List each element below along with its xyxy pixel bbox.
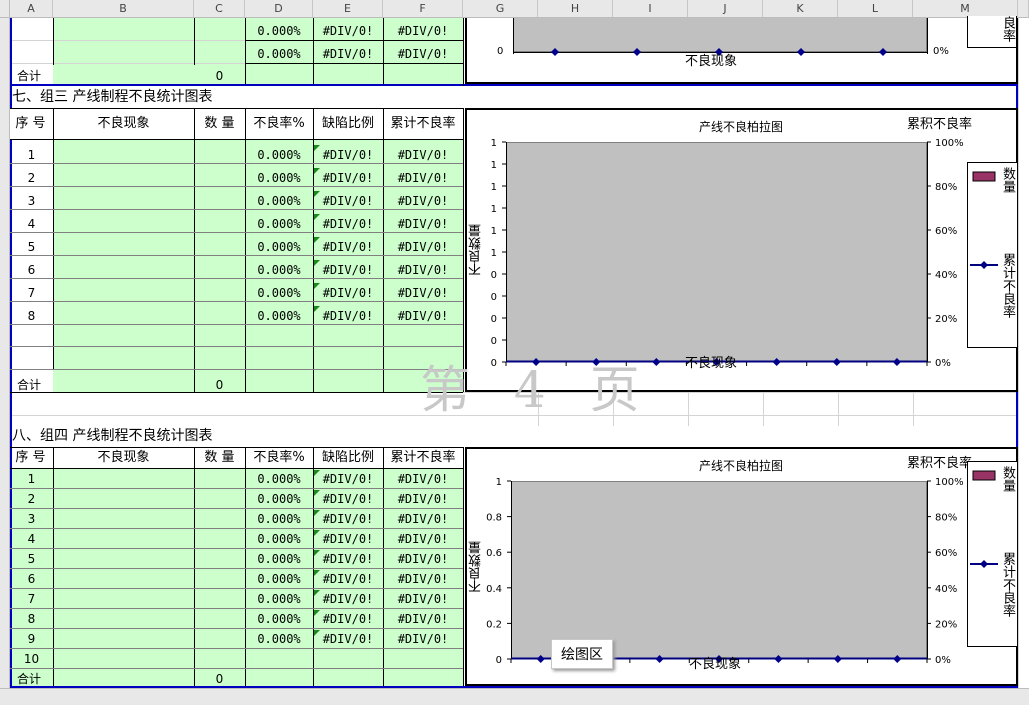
left-tick-label: 0.2 [486, 619, 502, 630]
chart-y-axis-title: 不良数量 [469, 541, 484, 593]
left-tick-label: 0.4 [486, 584, 502, 595]
legend-swatch-cumulative [970, 560, 998, 568]
chart-x-axis-title: 不良现象 [689, 657, 742, 672]
chart-legend[interactable]: 数量 累计不良率 [967, 461, 1018, 647]
left-tick-label: 0.6 [486, 548, 502, 559]
plot-area-tooltip: 绘图区 [551, 639, 613, 669]
left-tick-label: 1 [496, 477, 502, 488]
legend-label-cumulative: 累计不良率 [1000, 552, 1015, 617]
left-tick-label: 0 [496, 655, 502, 666]
right-tick-label: 20% [935, 619, 957, 630]
chart-axes: 1 0.8 0.6 0.4 0.2 0 100% 80% 60% 40% 20% 0% [486, 477, 964, 666]
right-tick-label: 60% [935, 548, 957, 559]
right-tick-label: 100% [935, 477, 964, 488]
cumulative-point [774, 655, 783, 663]
legend-swatch-quantity [972, 470, 996, 481]
cumulative-point [833, 655, 842, 663]
cumulative-point [536, 655, 545, 663]
right-tick-label: 0% [935, 655, 951, 666]
cumulative-point [655, 655, 664, 663]
spreadsheet-view: A B C D E F G H I J K L M 0.000% #DIV/0!… [0, 0, 1029, 705]
right-edge-area [1018, 18, 1029, 688]
cumulative-point [893, 655, 902, 663]
left-tick-label: 0.8 [486, 513, 502, 524]
section-8-chart[interactable]: 产线不良柏拉图 累积不良率 1 0.8 0.6 0.4 0.2 0 100% 80% 60% 40… [465, 447, 1018, 686]
right-tick-label: 80% [935, 513, 957, 524]
sheet-bottom-area [0, 688, 1029, 705]
right-tick-label: 40% [935, 584, 957, 595]
legend-label-quantity: 数量 [1000, 466, 1015, 492]
